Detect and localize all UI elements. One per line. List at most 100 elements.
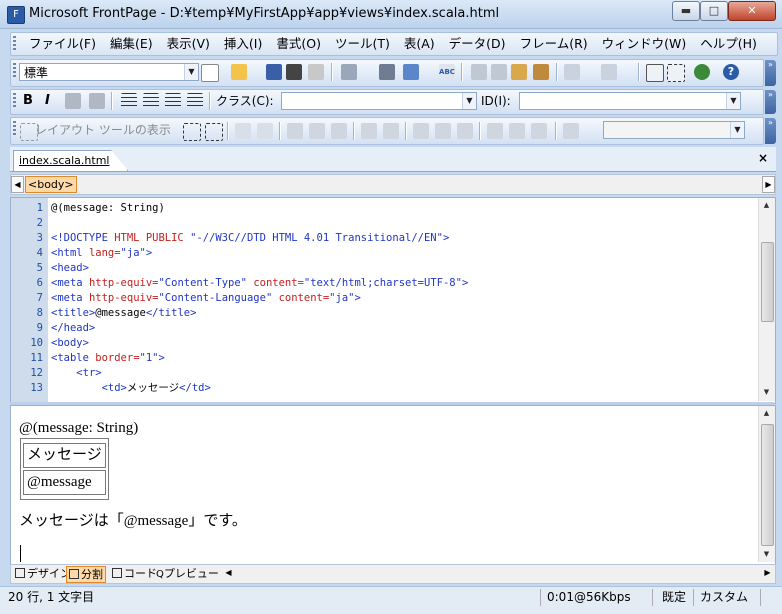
cell-properties-icon[interactable] <box>257 123 273 139</box>
toolbar-grip-icon[interactable] <box>13 36 16 52</box>
toolbar-overflow-icon[interactable]: » <box>765 60 776 86</box>
menu-format[interactable]: 書式(O) <box>270 36 329 52</box>
new-page-icon[interactable] <box>201 64 219 82</box>
code-line[interactable]: 10 <body> <box>11 336 751 351</box>
tab-code[interactable]: コード <box>110 566 159 581</box>
scroll-up-icon[interactable]: ▲ <box>759 406 774 421</box>
highlight-icon[interactable] <box>65 93 81 109</box>
menu-frames[interactable]: フレーム(R) <box>514 36 596 52</box>
hscroll-right-icon[interactable]: ▶ <box>762 566 773 580</box>
chevron-down-icon[interactable]: ▼ <box>730 122 744 138</box>
undo-icon[interactable] <box>564 64 580 80</box>
cut-icon[interactable] <box>471 64 487 80</box>
preview-icon[interactable] <box>403 64 419 80</box>
increase-indent-icon[interactable] <box>187 93 203 109</box>
code-line[interactable]: 5 <head> <box>11 261 751 276</box>
paste-icon[interactable] <box>511 64 527 80</box>
menu-view[interactable]: 表示(V) <box>161 36 218 52</box>
chevron-down-icon[interactable]: ▼ <box>462 93 476 109</box>
distribute-columns-icon[interactable] <box>509 123 525 139</box>
tag-scroll-left-icon[interactable]: ◀ <box>11 176 24 193</box>
scroll-down-icon[interactable]: ▼ <box>759 385 774 400</box>
menu-edit[interactable]: 編集(E) <box>104 36 161 52</box>
design-table-cell[interactable]: メッセージ <box>23 443 106 468</box>
decrease-indent-icon[interactable] <box>165 93 181 109</box>
scroll-down-icon[interactable]: ▼ <box>759 547 774 562</box>
design-table[interactable]: メッセージ @message <box>20 438 109 500</box>
distribute-rows-icon[interactable] <box>487 123 503 139</box>
delete-cells-icon[interactable] <box>331 123 347 139</box>
style-combo[interactable]: 標準 ▼ <box>19 63 199 81</box>
align-top-icon[interactable] <box>413 123 429 139</box>
redo-icon[interactable] <box>601 64 617 80</box>
toolbar-grip-icon[interactable] <box>13 121 16 137</box>
center-vertically-icon[interactable] <box>435 123 451 139</box>
draw-layout-table-icon[interactable] <box>183 123 201 141</box>
help-icon[interactable]: ? <box>723 64 739 80</box>
toolbar-overflow-icon[interactable]: » <box>765 90 776 114</box>
close-tab-icon[interactable]: × <box>758 151 768 165</box>
code-line[interactable]: 1 @(message: String) <box>11 201 751 216</box>
toolbar-grip-icon[interactable] <box>13 93 16 109</box>
tab-split[interactable]: 分割 <box>66 566 106 583</box>
align-bottom-icon[interactable] <box>457 123 473 139</box>
publish-icon[interactable] <box>308 64 324 80</box>
id-combo[interactable]: ▼ <box>519 92 741 110</box>
insert-table-icon[interactable] <box>646 64 664 82</box>
italic-button[interactable]: I <box>45 93 50 109</box>
tab-design[interactable]: デザイン <box>13 566 73 581</box>
draw-layout-cell-icon[interactable] <box>205 123 223 141</box>
scroll-up-icon[interactable]: ▲ <box>759 198 774 213</box>
menu-help[interactable]: ヘルプ(H) <box>694 36 765 52</box>
design-view-pane[interactable]: @(message: String) メッセージ @message メッセージは… <box>10 405 776 565</box>
layout-combo[interactable]: ▼ <box>603 121 745 139</box>
print-icon[interactable] <box>379 64 395 80</box>
document-tab[interactable]: index.scala.html <box>13 150 129 171</box>
insert-layer-icon[interactable] <box>667 64 685 82</box>
spell-check-icon[interactable]: ABC <box>439 64 455 80</box>
code-line[interactable]: 11 <table border="1"> <box>11 351 751 366</box>
chevron-down-icon[interactable]: ▼ <box>184 64 198 80</box>
menu-window[interactable]: ウィンドウ(W) <box>596 36 695 52</box>
split-cells-icon[interactable] <box>383 123 399 139</box>
toolbar-grip-icon[interactable] <box>13 63 16 79</box>
layout-tools-label[interactable]: レイアウト ツールの表示 <box>35 122 171 138</box>
table-properties-icon[interactable] <box>235 123 251 139</box>
bold-button[interactable]: B <box>23 93 33 109</box>
menu-file[interactable]: ファイル(F) <box>23 36 104 52</box>
open-folder-icon[interactable] <box>231 64 247 80</box>
code-line[interactable]: 8 <title>@message</title> <box>11 306 751 321</box>
minimize-button[interactable]: ▬ <box>672 1 700 21</box>
default-mode[interactable]: 既定 <box>662 589 686 606</box>
copy-icon[interactable] <box>491 64 507 80</box>
menu-table[interactable]: 表(A) <box>398 36 443 52</box>
download-speed[interactable]: 0:01@56Kbps <box>547 589 631 606</box>
code-line[interactable]: 12 <tr> <box>11 366 751 381</box>
hscroll-left-icon[interactable]: ◀ <box>223 566 234 580</box>
tag-body-button[interactable]: <body> <box>25 176 77 193</box>
code-line[interactable]: 9 </head> <box>11 321 751 336</box>
custom-mode[interactable]: カスタム <box>700 589 748 606</box>
code-line[interactable]: 2 <box>11 216 751 231</box>
code-line[interactable]: 4 <html lang="ja"> <box>11 246 751 261</box>
menu-data[interactable]: データ(D) <box>443 36 514 52</box>
search-binoculars-icon[interactable] <box>286 64 302 80</box>
code-line[interactable]: 13 <td>メッセージ</td> <box>11 381 751 396</box>
font-color-icon[interactable] <box>89 93 105 109</box>
class-combo[interactable]: ▼ <box>281 92 477 110</box>
insert-hyperlink-icon[interactable] <box>694 64 710 80</box>
fill-color-icon[interactable] <box>563 123 579 139</box>
autofit-icon[interactable] <box>531 123 547 139</box>
numbered-list-icon[interactable] <box>121 93 137 109</box>
bulleted-list-icon[interactable] <box>143 93 159 109</box>
close-button[interactable]: ✕ <box>728 1 776 21</box>
code-vertical-scrollbar[interactable]: ▲ ▼ <box>758 198 775 401</box>
design-vertical-scrollbar[interactable]: ▲ ▼ <box>758 406 775 562</box>
frontpage-app-icon[interactable]: F <box>7 6 25 24</box>
menu-tools[interactable]: ツール(T) <box>329 36 398 52</box>
scrollbar-thumb[interactable] <box>761 242 774 322</box>
scrollbar-thumb[interactable] <box>761 424 774 546</box>
insert-rows-icon[interactable] <box>287 123 303 139</box>
toolbar-overflow-icon[interactable]: » <box>765 118 776 144</box>
format-painter-icon[interactable] <box>533 64 549 80</box>
